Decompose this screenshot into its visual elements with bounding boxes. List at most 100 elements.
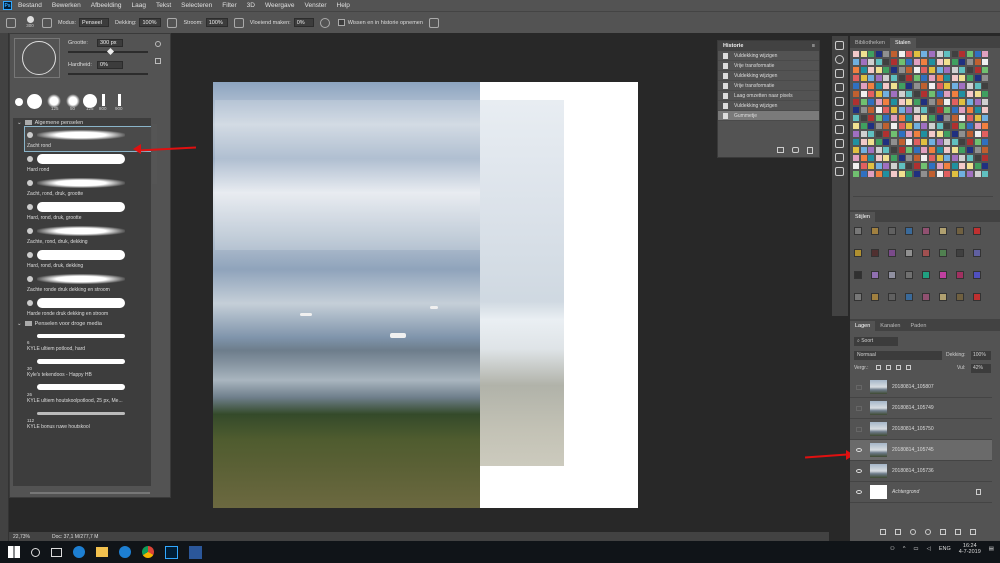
menu-venster[interactable]: Venster [305, 2, 327, 9]
eye-icon[interactable] [856, 448, 862, 452]
swatch[interactable] [913, 99, 920, 105]
menu-3d[interactable]: 3D [247, 2, 255, 9]
swatch[interactable] [959, 171, 966, 177]
swatch[interactable] [982, 75, 989, 81]
menu-help[interactable]: Help [337, 2, 350, 9]
swatch[interactable] [967, 75, 973, 81]
menu-bewerken[interactable]: Bewerken [52, 2, 81, 9]
swatch[interactable] [875, 67, 882, 73]
swatch[interactable] [974, 155, 981, 161]
swatch[interactable] [898, 75, 905, 81]
swatch[interactable] [959, 75, 966, 81]
swatch[interactable] [967, 131, 973, 137]
swatch[interactable] [913, 147, 920, 153]
swatch[interactable] [982, 147, 989, 153]
swatch[interactable] [891, 91, 897, 97]
swatch[interactable] [898, 155, 905, 161]
swatch[interactable] [951, 131, 958, 137]
pressure-size-icon[interactable] [428, 17, 439, 28]
style-swatch[interactable] [956, 293, 964, 301]
swatch[interactable] [891, 163, 897, 169]
swatch[interactable] [974, 99, 981, 105]
swatch[interactable] [883, 67, 890, 73]
swatch[interactable] [868, 163, 875, 169]
swatch[interactable] [936, 59, 943, 65]
swatch[interactable] [913, 83, 920, 89]
swatch[interactable] [853, 171, 859, 177]
menu-bestand[interactable]: Bestand [18, 2, 42, 9]
swatch[interactable] [883, 83, 890, 89]
style-swatch[interactable] [939, 249, 947, 257]
swatch[interactable] [921, 115, 928, 121]
swatch[interactable] [967, 163, 973, 169]
swatch[interactable] [875, 115, 882, 121]
swatch[interactable] [906, 51, 913, 57]
trash-icon[interactable] [970, 529, 976, 535]
swatch[interactable] [944, 147, 951, 153]
swatch[interactable] [929, 163, 935, 169]
swatch[interactable] [982, 83, 989, 89]
swatch[interactable] [883, 115, 890, 121]
panel-menu-icon[interactable]: ≡ [812, 43, 815, 49]
swatch[interactable] [936, 131, 943, 137]
swatch[interactable] [967, 139, 973, 145]
history-checkbox[interactable] [337, 19, 345, 26]
clone-source-icon[interactable] [835, 97, 844, 106]
swatch[interactable] [860, 115, 867, 121]
swatch[interactable] [868, 51, 875, 57]
brush-item[interactable]: 30 Kyle's tekendoos - Happy HB [25, 354, 151, 380]
network-icon[interactable]: ▭ [913, 546, 918, 552]
swatch[interactable] [959, 67, 966, 73]
swatch[interactable] [936, 115, 943, 121]
swatch[interactable] [853, 131, 859, 137]
swatch[interactable] [883, 107, 890, 113]
swatch[interactable] [875, 163, 882, 169]
swatch[interactable] [891, 139, 897, 145]
swatch[interactable] [951, 155, 958, 161]
swatch[interactable] [883, 59, 890, 65]
swatch[interactable] [883, 123, 890, 129]
swatch[interactable] [921, 99, 928, 105]
brush-item[interactable]: Hard, rond, druk, grootte [25, 199, 151, 223]
swatch[interactable] [921, 171, 928, 177]
swatch[interactable] [921, 163, 928, 169]
gear-icon[interactable] [155, 41, 161, 47]
swatch[interactable] [860, 139, 867, 145]
swatch[interactable] [982, 171, 989, 177]
swatch[interactable] [906, 171, 913, 177]
swatch[interactable] [929, 155, 935, 161]
swatch[interactable] [944, 131, 951, 137]
swatch[interactable] [875, 83, 882, 89]
swatch[interactable] [860, 131, 867, 137]
swatch[interactable] [967, 51, 973, 57]
swatch[interactable] [951, 51, 958, 57]
swatch[interactable] [913, 139, 920, 145]
brush-item[interactable]: Hard, rond, druk, dekking [25, 247, 151, 271]
swatch[interactable] [913, 115, 920, 121]
swatch[interactable] [982, 51, 989, 57]
swatch[interactable] [898, 91, 905, 97]
paths-icon[interactable] [835, 167, 844, 176]
clock[interactable]: 16:24 4-7-2019 [959, 543, 981, 555]
swatch[interactable] [974, 59, 981, 65]
menu-filter[interactable]: Filter [222, 2, 236, 9]
swatch[interactable] [891, 155, 897, 161]
swatch[interactable] [936, 75, 943, 81]
style-swatch[interactable] [922, 293, 930, 301]
swatch[interactable] [929, 171, 935, 177]
swatch[interactable] [959, 163, 966, 169]
swatch[interactable] [853, 51, 859, 57]
style-swatch[interactable] [956, 227, 964, 235]
swatch[interactable] [982, 163, 989, 169]
swatch[interactable] [898, 131, 905, 137]
swatch[interactable] [913, 51, 920, 57]
properties-icon[interactable] [835, 139, 844, 148]
swatch[interactable] [929, 83, 935, 89]
swatch[interactable] [875, 139, 882, 145]
swatch[interactable] [883, 171, 890, 177]
swatch[interactable] [982, 139, 989, 145]
layer-opacity-field[interactable]: 100% [971, 351, 991, 360]
swatch[interactable] [944, 139, 951, 145]
swatch[interactable] [898, 123, 905, 129]
layer-filter-select[interactable]: ⌕ Soort [854, 337, 898, 346]
